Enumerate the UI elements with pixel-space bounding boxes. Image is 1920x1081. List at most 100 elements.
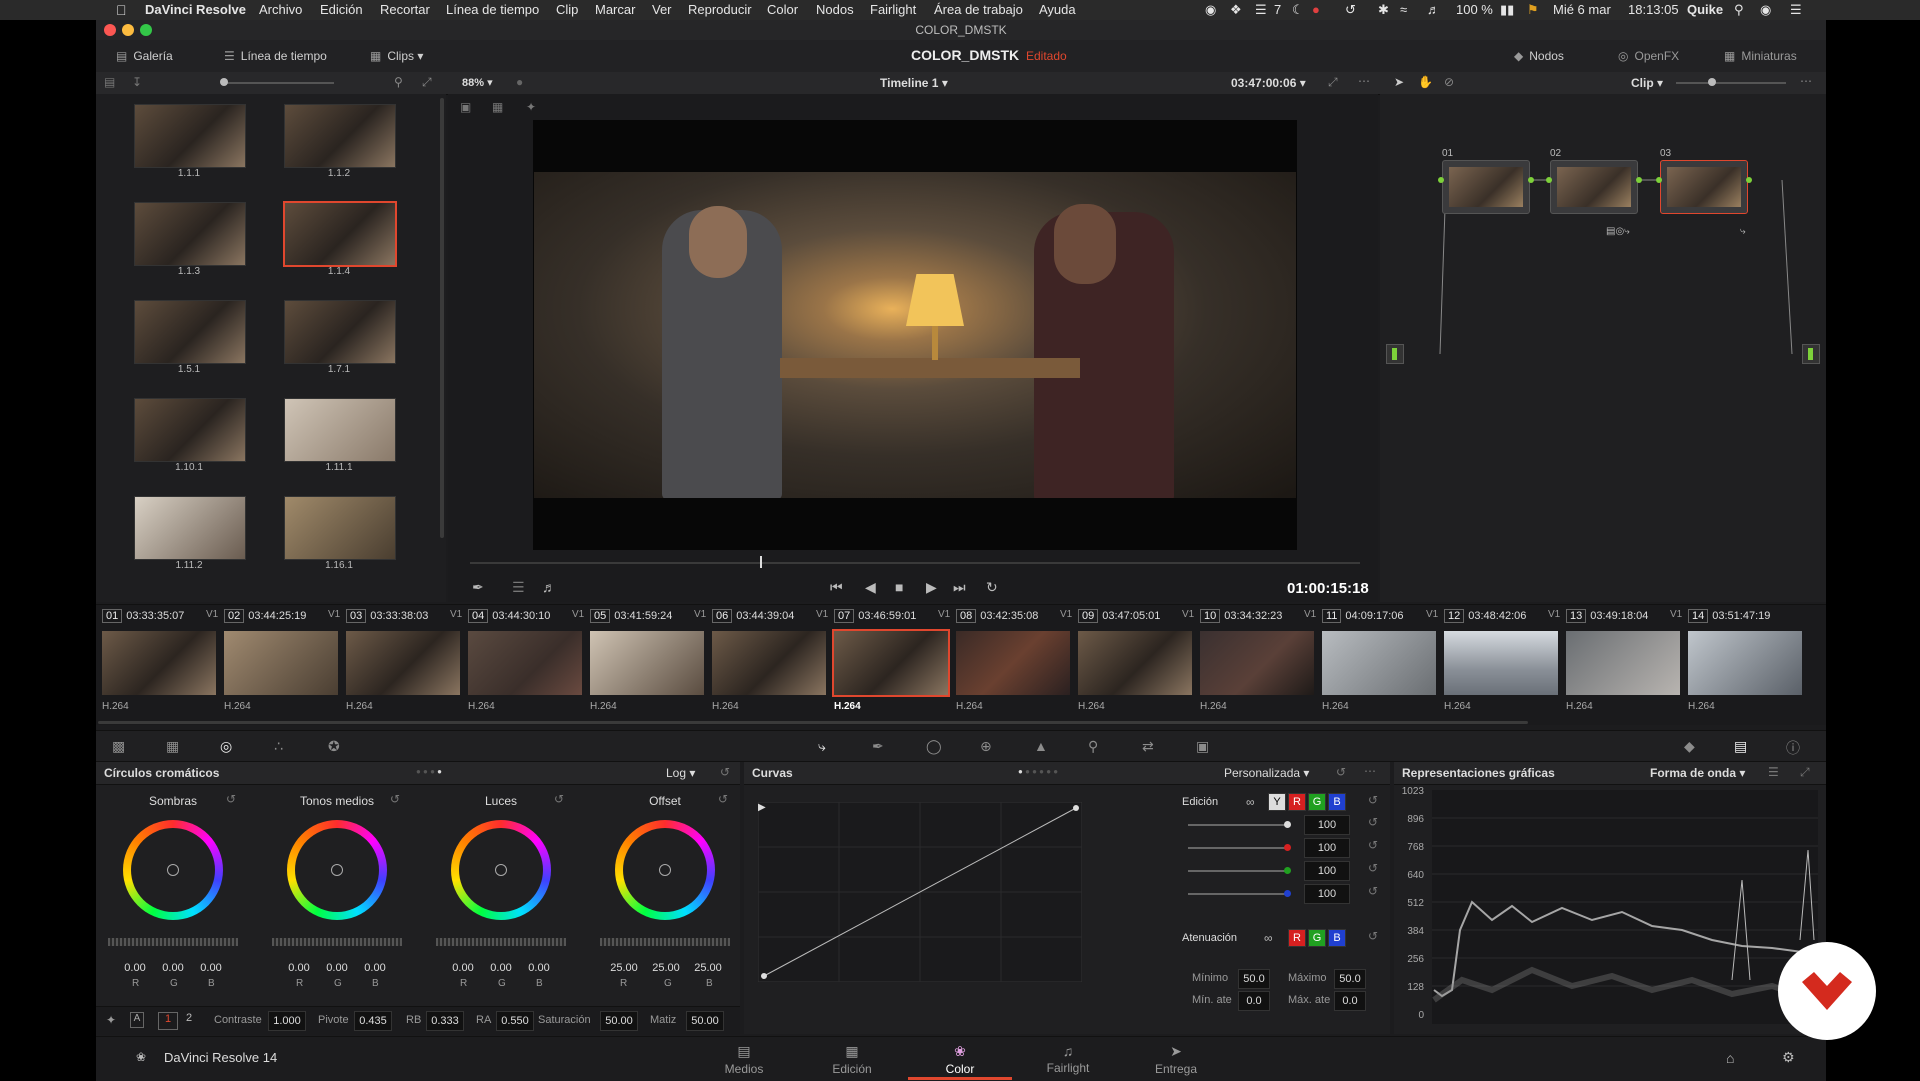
loop-icon[interactable]: ↻ [986, 579, 998, 596]
node-mode-select[interactable]: Clip ▾ [1631, 76, 1663, 90]
offset-wheel[interactable] [615, 820, 715, 920]
clips-toggle[interactable]: ▦ Clips ▾ [370, 49, 423, 63]
auto-balance-icon[interactable]: ✦ [106, 1013, 116, 1027]
wifi-icon[interactable]: ≈ [1400, 2, 1407, 17]
channel-y[interactable]: Y [1268, 793, 1286, 811]
menu-color[interactable]: Color [767, 2, 798, 17]
value-b[interactable]: 0.00 [522, 962, 556, 974]
gallery-expand-icon[interactable]: ⤢ [422, 75, 432, 90]
source-timecode[interactable]: 03:47:00:06 ▾ [1231, 76, 1306, 90]
adjust-page-1[interactable]: 1 [158, 1012, 178, 1030]
pivot-value[interactable]: 0.435 [354, 1011, 392, 1031]
curve-handle-icon[interactable]: ▶ [758, 802, 766, 813]
clip-thumbnail[interactable] [1322, 631, 1436, 695]
menu-fairlight[interactable]: Fairlight [870, 2, 916, 17]
dropbox-icon[interactable]: ❖ [1230, 2, 1242, 18]
intensity-r[interactable]: 100 [1304, 838, 1350, 858]
clip-thumbnail[interactable] [1444, 631, 1558, 695]
curves-page-dots[interactable]: ● ● ● ● ● ● [1018, 767, 1058, 776]
corrector-node[interactable] [1550, 160, 1638, 214]
wheel-puck[interactable] [167, 864, 179, 876]
saturation-value[interactable]: 50.00 [600, 1011, 638, 1031]
clip-thumbnail[interactable] [346, 631, 460, 695]
timeline-clip-active[interactable]: 07 03:46:59:01 V1 H.264 [830, 605, 952, 723]
nodes-toggle[interactable]: ◆ Nodos [1514, 49, 1564, 63]
single-view-icon[interactable]: ▣ [460, 100, 471, 114]
playhead[interactable] [760, 556, 762, 568]
time-machine-icon[interactable]: ↺ [1345, 2, 1356, 18]
output-node[interactable] [1802, 344, 1820, 364]
curves-reset-icon[interactable]: ↺ [1336, 765, 1346, 779]
max-value[interactable]: 50.0 [1334, 969, 1366, 989]
timeline-clip[interactable]: 08 03:42:35:08 V1 H.264 [952, 605, 1074, 723]
value-g[interactable]: 0.00 [156, 962, 190, 974]
atten-g[interactable]: G [1308, 929, 1326, 947]
scope-type-select[interactable]: Forma de onda ▾ [1650, 766, 1745, 780]
menu-marcar[interactable]: Marcar [595, 2, 635, 17]
node-zoom-handle[interactable] [1708, 78, 1716, 86]
intensity-y[interactable]: 100 [1304, 815, 1350, 835]
timeline-clip[interactable]: 10 03:34:32:23 V1 H.264 [1196, 605, 1318, 723]
wheel-puck[interactable] [659, 864, 671, 876]
stop-icon[interactable]: ■ [895, 579, 903, 595]
intensity-slider-y[interactable] [1188, 821, 1291, 828]
min-value[interactable]: 50.0 [1238, 969, 1270, 989]
magic-wand-icon[interactable]: ✦ [526, 100, 536, 114]
curve-graph[interactable] [758, 802, 1082, 982]
gallery-still[interactable] [284, 496, 396, 560]
reset-icon[interactable]: ↺ [1368, 884, 1378, 898]
wheels-mode-select[interactable]: Log ▾ [666, 766, 695, 780]
slider-handle[interactable] [1284, 821, 1291, 828]
menu-archivo[interactable]: Archivo [259, 2, 302, 17]
value-g[interactable]: 0.00 [320, 962, 354, 974]
timeline-clip[interactable]: 04 03:44:30:10 V1 H.264 [464, 605, 586, 723]
timeline-clip[interactable]: 03 03:33:38:03 V1 H.264 [342, 605, 464, 723]
ra-value[interactable]: 0.550 [496, 1011, 534, 1031]
atten-r[interactable]: R [1288, 929, 1306, 947]
max-atten-value[interactable]: 0.0 [1334, 991, 1366, 1011]
timeline-toggle[interactable]: ☰ Línea de tiempo [224, 49, 327, 63]
menu-reproducir[interactable]: Reproducir [688, 2, 752, 17]
timeline-clip[interactable]: 05 03:41:59:24 V1 H.264 [586, 605, 708, 723]
layers-icon[interactable]: ☰ [512, 579, 525, 596]
gallery-still[interactable] [134, 398, 246, 462]
menu-ayuda[interactable]: Ayuda [1039, 2, 1076, 17]
scopes-icon[interactable]: ▤ [1734, 738, 1747, 755]
color-wheels-icon[interactable]: ◎ [220, 738, 232, 755]
gallery-still[interactable] [284, 300, 396, 364]
tracker-icon[interactable]: ⊕ [980, 738, 992, 755]
node-output-port[interactable] [1636, 177, 1642, 183]
viewer-dot-icon[interactable]: ● [516, 75, 523, 89]
edit-reset-icon[interactable]: ↺ [1368, 793, 1378, 807]
color-match-icon[interactable]: ▦ [166, 738, 179, 755]
sizing-icon[interactable]: ⇄ [1142, 738, 1154, 755]
menu-timeline[interactable]: Línea de tiempo [446, 2, 539, 17]
channel-g[interactable]: G [1308, 793, 1326, 811]
gallery-scrollbar[interactable] [440, 98, 444, 538]
wheels-reset-icon[interactable]: ↺ [720, 765, 730, 779]
app-status-icon[interactable]: ● [1312, 2, 1320, 17]
page-fairlight[interactable]: ♫ Fairlight [1018, 1043, 1118, 1075]
node-zoom-slider[interactable] [1676, 82, 1786, 84]
adjust-page-2[interactable]: 2 [180, 1012, 198, 1028]
motion-effects-icon[interactable]: ✪ [328, 738, 340, 755]
reset-icon[interactable]: ↺ [1368, 815, 1378, 829]
clip-thumbnail[interactable] [468, 631, 582, 695]
link-icon[interactable]: ∞ [1246, 795, 1255, 809]
gallery-still[interactable] [284, 398, 396, 462]
play-icon[interactable]: ▶ [926, 579, 937, 596]
timeline-clip[interactable]: 01 03:33:35:07 V1 H.264 [98, 605, 220, 723]
reset-icon[interactable]: ↺ [1368, 838, 1378, 852]
min-atten-value[interactable]: 0.0 [1238, 991, 1270, 1011]
rb-value[interactable]: 0.333 [426, 1011, 464, 1031]
wheel-reset-icon[interactable]: ↺ [718, 792, 728, 806]
reset-icon[interactable]: ↺ [1368, 861, 1378, 875]
atten-b[interactable]: B [1328, 929, 1346, 947]
page-media[interactable]: ▤ Medios [694, 1043, 794, 1076]
battery-percent[interactable]: 100 % [1456, 2, 1493, 17]
slider-handle[interactable] [1284, 890, 1291, 897]
clip-thumbnail[interactable] [1688, 631, 1802, 695]
shadows-wheel[interactable] [123, 820, 223, 920]
page-deliver[interactable]: ➤ Entrega [1126, 1043, 1226, 1076]
rgb-mixer-icon[interactable]: ∴ [274, 738, 283, 755]
